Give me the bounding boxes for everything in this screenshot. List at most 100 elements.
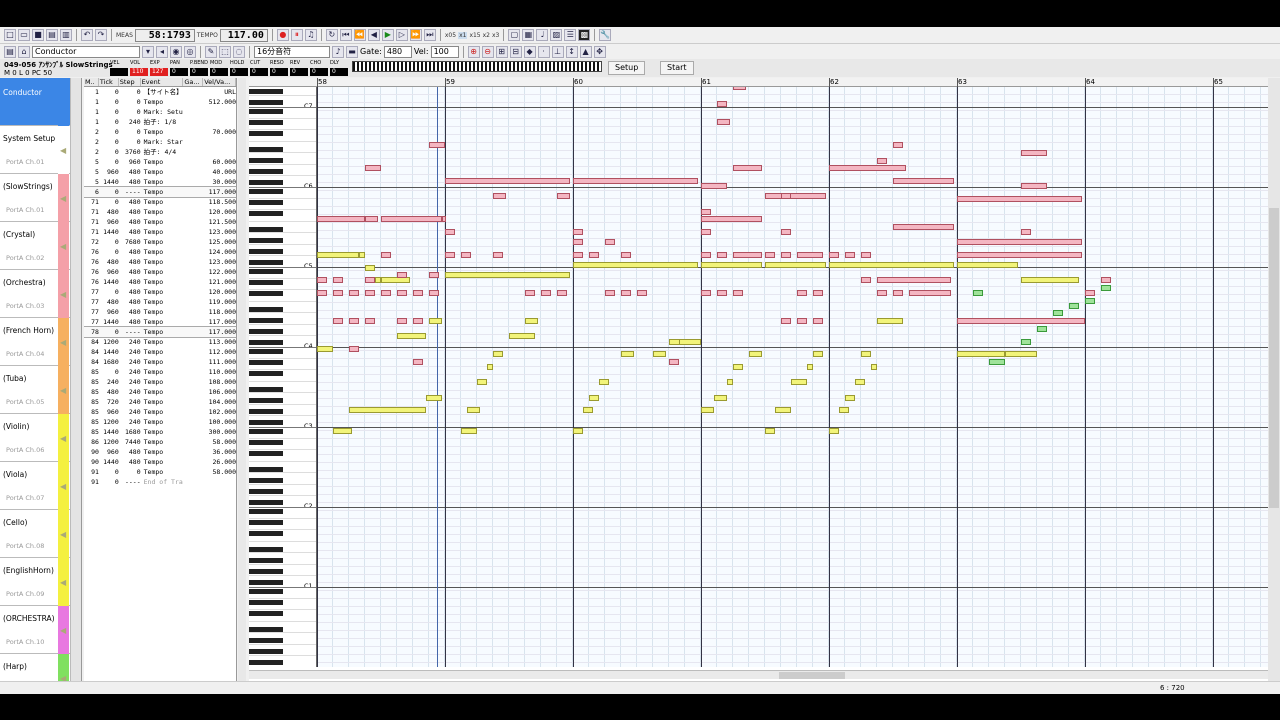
note[interactable] xyxy=(365,265,375,271)
black-key[interactable] xyxy=(249,169,283,174)
black-key[interactable] xyxy=(249,109,283,114)
print-icon[interactable]: ▤ xyxy=(46,29,58,41)
note[interactable] xyxy=(445,229,455,235)
undo-icon[interactable]: ↶ xyxy=(81,29,93,41)
event-row[interactable]: 2 0 0 Tempo 70.000 xyxy=(84,127,236,137)
track-item[interactable]: (Viola) PortA Ch.07 ◀ xyxy=(0,462,80,510)
event-row[interactable]: 78 0 ---- Tempo 117.000 xyxy=(84,326,236,338)
event-list-scrollbar[interactable] xyxy=(238,78,246,683)
skip-end-icon[interactable]: ⏭ xyxy=(423,29,436,41)
event-column-header[interactable]: Step xyxy=(119,78,141,86)
black-key[interactable] xyxy=(249,269,283,274)
note[interactable] xyxy=(1021,183,1047,189)
note[interactable] xyxy=(573,229,583,235)
note[interactable] xyxy=(957,239,1082,245)
piano-keyboard[interactable]: C7 C6 C5 C4 C3 C2 C1 xyxy=(249,87,317,667)
note[interactable] xyxy=(442,216,446,222)
track-item[interactable]: (SlowStrings) PortA Ch.01 ◀ xyxy=(0,174,80,222)
note[interactable] xyxy=(573,428,583,434)
playhead[interactable] xyxy=(437,87,438,667)
black-key[interactable] xyxy=(249,398,283,403)
measure-ruler[interactable]: 58 59 60 61 62 63 64 65 xyxy=(249,78,1268,87)
note[interactable] xyxy=(717,119,730,125)
black-key[interactable] xyxy=(249,580,283,585)
black-key[interactable] xyxy=(249,420,283,425)
track-item[interactable]: (Cello) PortA Ch.08 ◀ xyxy=(0,510,80,558)
speaker-icon[interactable]: ◀ xyxy=(60,338,66,347)
note[interactable] xyxy=(349,407,426,413)
note[interactable] xyxy=(365,290,375,296)
note[interactable] xyxy=(701,209,711,215)
note[interactable] xyxy=(413,290,423,296)
speed-x3[interactable]: x3 xyxy=(492,32,499,39)
track-item[interactable]: (French Horn) PortA Ch.04 ◀ xyxy=(0,318,80,366)
note[interactable] xyxy=(1021,150,1047,156)
speaker-icon[interactable]: ◀ xyxy=(60,578,66,587)
note[interactable] xyxy=(509,333,535,339)
note[interactable] xyxy=(714,395,727,401)
note[interactable] xyxy=(467,407,480,413)
event-row[interactable]: 84 1440 240 Tempo 112.000 xyxy=(84,347,236,357)
note[interactable] xyxy=(621,252,631,258)
event-row[interactable]: 2 0 3760 拍子: 4/4 xyxy=(84,147,236,157)
event-row[interactable]: 85 960 240 Tempo 102.000 xyxy=(84,407,236,417)
track-item[interactable]: System Setup PortA Ch.01 ◀ xyxy=(0,126,80,174)
lasso-icon[interactable]: ◌ xyxy=(233,45,245,58)
note[interactable] xyxy=(477,379,487,385)
grid-icon[interactable]: ▩ xyxy=(578,29,591,41)
loop-icon[interactable]: ↻ xyxy=(325,29,338,41)
event-column-header[interactable]: Event xyxy=(141,78,184,86)
black-key[interactable] xyxy=(249,649,283,654)
note[interactable] xyxy=(573,252,583,258)
black-key[interactable] xyxy=(249,611,283,616)
track-select[interactable]: Conductor xyxy=(32,45,140,58)
speaker-icon[interactable]: ◀ xyxy=(60,146,66,155)
note[interactable] xyxy=(957,196,1082,202)
event-row[interactable]: 86 1200 7440 Tempo 58.000 xyxy=(84,437,236,447)
note[interactable] xyxy=(365,216,378,222)
event-row[interactable]: 5 0 960 Tempo 60.000 xyxy=(84,157,236,167)
note[interactable] xyxy=(765,262,826,268)
note[interactable] xyxy=(765,428,775,434)
mixer-value[interactable]: 0 xyxy=(310,68,328,76)
note[interactable] xyxy=(426,395,442,401)
black-key[interactable] xyxy=(249,600,283,605)
mixer-value[interactable]: 0 xyxy=(330,68,348,76)
note[interactable] xyxy=(797,252,823,258)
note[interactable] xyxy=(845,252,855,258)
step-forward-icon[interactable]: ▷ xyxy=(395,29,408,41)
note[interactable] xyxy=(781,193,791,199)
note[interactable] xyxy=(359,252,365,258)
note-grid[interactable] xyxy=(317,87,1268,667)
note[interactable] xyxy=(573,178,698,184)
note[interactable] xyxy=(365,165,381,171)
piano-roll-icon[interactable]: ▦ xyxy=(522,29,535,41)
event-column-header[interactable]: Ga... xyxy=(183,78,204,86)
black-key[interactable] xyxy=(249,589,283,594)
note[interactable] xyxy=(797,290,807,296)
event-row[interactable]: 71 0 480 Tempo 118.500 xyxy=(84,197,236,207)
speaker-icon[interactable]: ◀ xyxy=(60,626,66,635)
black-key[interactable] xyxy=(249,489,283,494)
event-row[interactable]: 85 0 240 Tempo 110.000 xyxy=(84,367,236,377)
black-key[interactable] xyxy=(249,440,283,445)
event-row[interactable]: 76 0 480 Tempo 124.000 xyxy=(84,247,236,257)
note[interactable] xyxy=(349,346,359,352)
black-key[interactable] xyxy=(249,318,283,323)
event-row[interactable]: 76 960 480 Tempo 122.000 xyxy=(84,267,236,277)
note[interactable] xyxy=(429,142,445,148)
event-row[interactable]: 84 1680 240 Tempo 111.000 xyxy=(84,357,236,367)
note-length-icon[interactable]: ♪ xyxy=(332,45,344,58)
event-row[interactable]: 2 0 0 Mark: Start xyxy=(84,137,236,147)
track-icon[interactable]: ▤ xyxy=(4,45,16,58)
note[interactable] xyxy=(1005,351,1037,357)
note[interactable] xyxy=(541,290,551,296)
note[interactable] xyxy=(445,178,570,184)
speed-x2[interactable]: x2 xyxy=(483,32,490,39)
track-item[interactable]: (Crystal) PortA Ch.02 ◀ xyxy=(0,222,80,270)
record-icon[interactable]: ● xyxy=(276,29,289,41)
step-back-icon[interactable]: ◀ xyxy=(367,29,380,41)
note[interactable] xyxy=(493,252,503,258)
note[interactable] xyxy=(829,252,839,258)
note[interactable] xyxy=(717,252,727,258)
